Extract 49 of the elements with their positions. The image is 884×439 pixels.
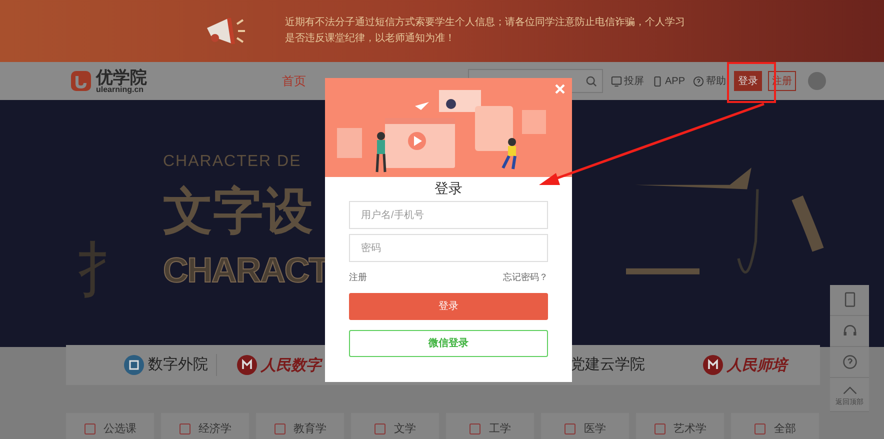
header-link[interactable]: APP: [652, 74, 685, 88]
login-button[interactable]: 登录: [734, 71, 762, 91]
category-icon: [654, 423, 666, 435]
category-icon: [84, 423, 96, 435]
help-icon: [842, 354, 858, 370]
register-link[interactable]: 注册: [349, 271, 367, 283]
category-icon: [754, 423, 766, 435]
seal-icon: [237, 355, 257, 375]
category-tile[interactable]: 全部: [731, 413, 819, 439]
dialog-title: 登录: [434, 179, 462, 197]
category-tile[interactable]: 文学: [351, 413, 439, 439]
category-icon: [178, 423, 190, 435]
hero-title: CHARACTER DE: [163, 152, 302, 172]
close-button[interactable]: [554, 83, 566, 95]
category-icon: [274, 423, 286, 435]
category-tile[interactable]: 公选课: [66, 413, 154, 439]
help-icon: [693, 76, 704, 86]
category-tile[interactable]: 医学: [541, 413, 629, 439]
screen-icon: [610, 76, 622, 86]
category-icon: [564, 423, 576, 435]
hero-title: 文字设: [163, 180, 313, 242]
category-tile[interactable]: 工学: [446, 413, 534, 439]
partner-link[interactable]: 人民师培: [670, 354, 820, 376]
logo-name: 优学院: [96, 68, 147, 86]
header-link[interactable]: 帮助: [693, 74, 726, 88]
wechat-login-button[interactable]: 微信登录: [349, 330, 548, 357]
partner-link[interactable]: 人民数字: [217, 354, 420, 376]
input-field[interactable]: 密码: [349, 234, 548, 262]
category-tile[interactable]: 艺术学: [636, 413, 724, 439]
category-icon: [469, 423, 481, 435]
category-tile[interactable]: 教育学: [256, 413, 344, 439]
notice-text: 是否违反课堂纪律，以老师通知为准！: [285, 33, 456, 45]
logo-domain: ulearning.cn: [96, 86, 144, 94]
logo-icon: [70, 70, 92, 92]
category-tile[interactable]: 经济学: [161, 413, 249, 439]
avatar[interactable]: [808, 72, 826, 90]
input-field[interactable]: 用户名/手机号: [349, 201, 548, 229]
phone-icon: [652, 76, 663, 86]
forgot-password-link[interactable]: 忘记密码？: [503, 271, 548, 283]
hero-title: CHARACT: [163, 250, 330, 292]
nav-link[interactable]: 首页: [282, 72, 306, 90]
category-icon: [374, 423, 386, 435]
login-button[interactable]: 登录: [349, 293, 548, 320]
seal-icon: [703, 355, 723, 375]
header-link[interactable]: 投屏: [610, 74, 644, 88]
search-icon: [586, 76, 597, 86]
partner-link[interactable]: 数字外院: [66, 354, 217, 376]
notice-text: 近期有不法分子通过短信方式索要学生个人信息；请各位同学注意防止电信诈骗，个人学习: [285, 17, 685, 29]
check-badge-icon: [124, 355, 144, 375]
